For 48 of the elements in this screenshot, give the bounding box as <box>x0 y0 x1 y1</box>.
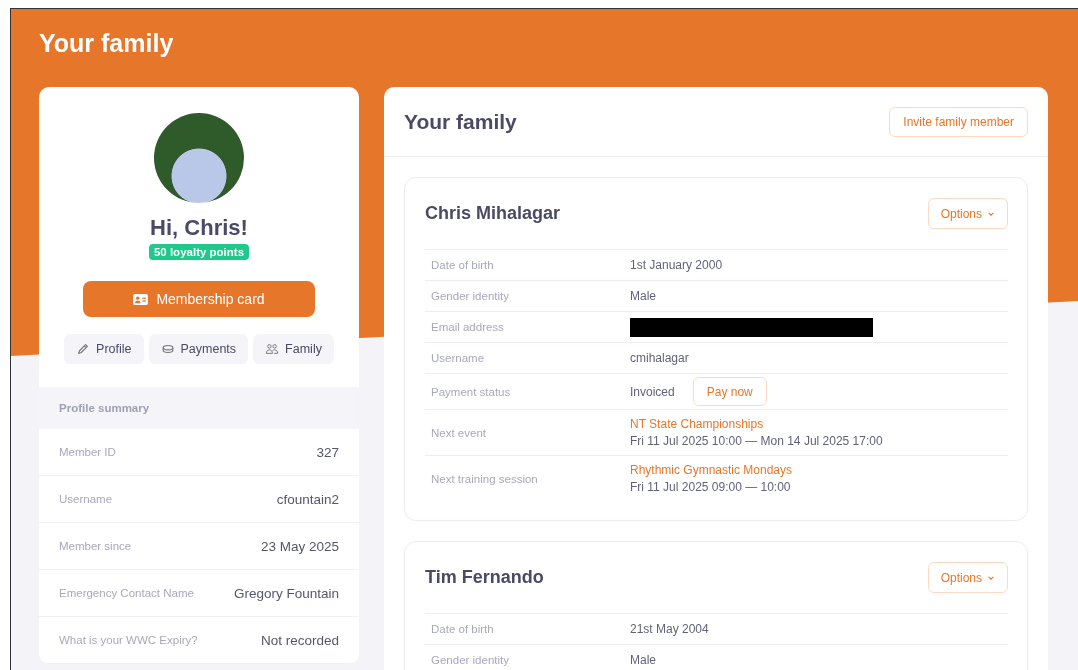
profile-tab[interactable]: Profile <box>64 334 144 364</box>
field-value: Male <box>630 653 656 667</box>
field-label: Gender identity <box>431 654 510 666</box>
field-label: What is your WWC Expiry? <box>59 634 198 646</box>
greeting: Hi, Chris! <box>150 215 248 241</box>
profile-tab[interactable]: Payments <box>148 334 249 364</box>
field-label: Payment status <box>431 385 512 398</box>
profile-tab[interactable]: Family <box>253 334 334 364</box>
invite-button[interactable]: Invite family member <box>889 106 1028 137</box>
event-link[interactable]: NT State Championships <box>630 417 883 431</box>
field-value: 21st May 2004 <box>630 622 709 636</box>
field-label: Email address <box>431 321 505 333</box>
field-label: Username <box>59 493 113 505</box>
field-label: Gender identity <box>431 290 510 302</box>
event-link[interactable]: Rhythmic Gymnastic Mondays <box>630 463 793 477</box>
field-label: Member since <box>59 540 132 552</box>
pay-now-button[interactable]: Pay now <box>692 377 767 406</box>
field-label: Next training session <box>431 472 539 485</box>
coin-stack-icon <box>160 342 175 356</box>
pencil-icon <box>76 342 91 356</box>
panel-title: Your family <box>404 109 517 134</box>
member-name: Tim Fernando <box>425 567 544 588</box>
page-title: Your family <box>39 28 174 59</box>
loyalty-badge: 50 loyalty points <box>148 244 250 260</box>
field-label: Username <box>431 352 486 364</box>
field-label: Date of birth <box>431 623 495 635</box>
field-value: Male <box>630 289 656 303</box>
options-button[interactable]: Options <box>927 562 1008 593</box>
field-label: Emergency Contact Name <box>59 587 194 599</box>
membership-card-button[interactable]: Membership card <box>83 281 315 317</box>
field-label: Member ID <box>59 446 116 458</box>
event-time: Fri 11 Jul 2025 09:00 — 10:00 <box>630 480 792 494</box>
field-label: Date of birth <box>431 259 495 271</box>
field-value: 23 May 2025 <box>260 538 339 554</box>
field-label: Next event <box>431 426 487 439</box>
field-value: 1st January 2000 <box>630 258 723 272</box>
field-value: cmihalagar <box>630 351 689 365</box>
section-title: Profile summary <box>59 402 150 414</box>
field-value: 327 <box>316 444 339 460</box>
event-time: Fri 11 Jul 2025 10:00 — Mon 14 Jul 2025 17:00 <box>630 434 883 448</box>
field-value: Not recorded <box>260 632 339 648</box>
options-button[interactable]: Options <box>927 198 1008 229</box>
id-card-icon <box>133 293 149 305</box>
people-icon <box>265 342 280 356</box>
payment-status: Invoiced <box>630 384 675 399</box>
member-name: Chris Mihalagar <box>425 203 561 224</box>
field-value: Gregory Fountain <box>233 585 339 601</box>
field-value: cfountain2 <box>276 491 339 507</box>
